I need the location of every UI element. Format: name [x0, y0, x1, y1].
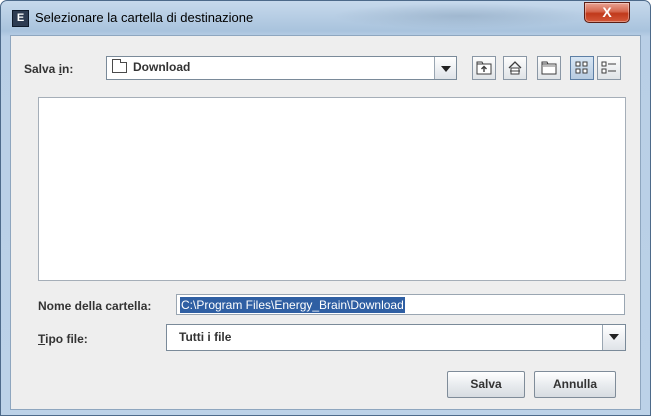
file-type-value: Tutti i file: [179, 330, 232, 344]
list-view-button[interactable]: [570, 56, 594, 80]
look-in-combo[interactable]: Download: [106, 56, 457, 80]
save-button[interactable]: Salva: [447, 371, 525, 398]
home-icon: [508, 61, 522, 75]
up-folder-icon: [476, 61, 492, 75]
title-bar-glow: [331, 3, 591, 29]
application-icon: E: [12, 10, 29, 27]
dialog-window: E Selezionare la cartella di destinazion…: [0, 0, 651, 416]
new-folder-icon: [541, 61, 557, 75]
chevron-down-icon[interactable]: [434, 57, 456, 79]
chevron-down-icon[interactable]: [602, 325, 625, 350]
title-bar[interactable]: E Selezionare la cartella di destinazion…: [1, 1, 650, 35]
new-folder-button[interactable]: [537, 56, 561, 80]
folder-icon: [112, 59, 127, 73]
folder-name-label: Nome della cartella:: [38, 299, 152, 313]
close-button[interactable]: X: [584, 2, 630, 23]
window-title: Selezionare la cartella di destinazione: [35, 10, 254, 25]
details-view-icon: [601, 61, 616, 74]
up-one-level-button[interactable]: [472, 56, 496, 80]
details-view-button[interactable]: [597, 56, 621, 80]
dialog-client-area: Salva in: Download Nome della cartella: …: [10, 35, 641, 410]
look-in-label: Salva in:: [24, 62, 74, 76]
file-list-pane[interactable]: [38, 97, 626, 281]
file-type-combo[interactable]: Tutti i file: [166, 324, 626, 351]
list-view-icon: [575, 61, 588, 74]
folder-name-value: C:\Program Files\Energy_Brain\Download: [180, 297, 405, 313]
cancel-button[interactable]: Annulla: [534, 371, 616, 398]
home-button[interactable]: [503, 56, 527, 80]
file-type-label: Tipo file:: [38, 332, 88, 346]
look-in-value: Download: [133, 60, 191, 74]
folder-name-field[interactable]: C:\Program Files\Energy_Brain\Download: [176, 294, 625, 315]
